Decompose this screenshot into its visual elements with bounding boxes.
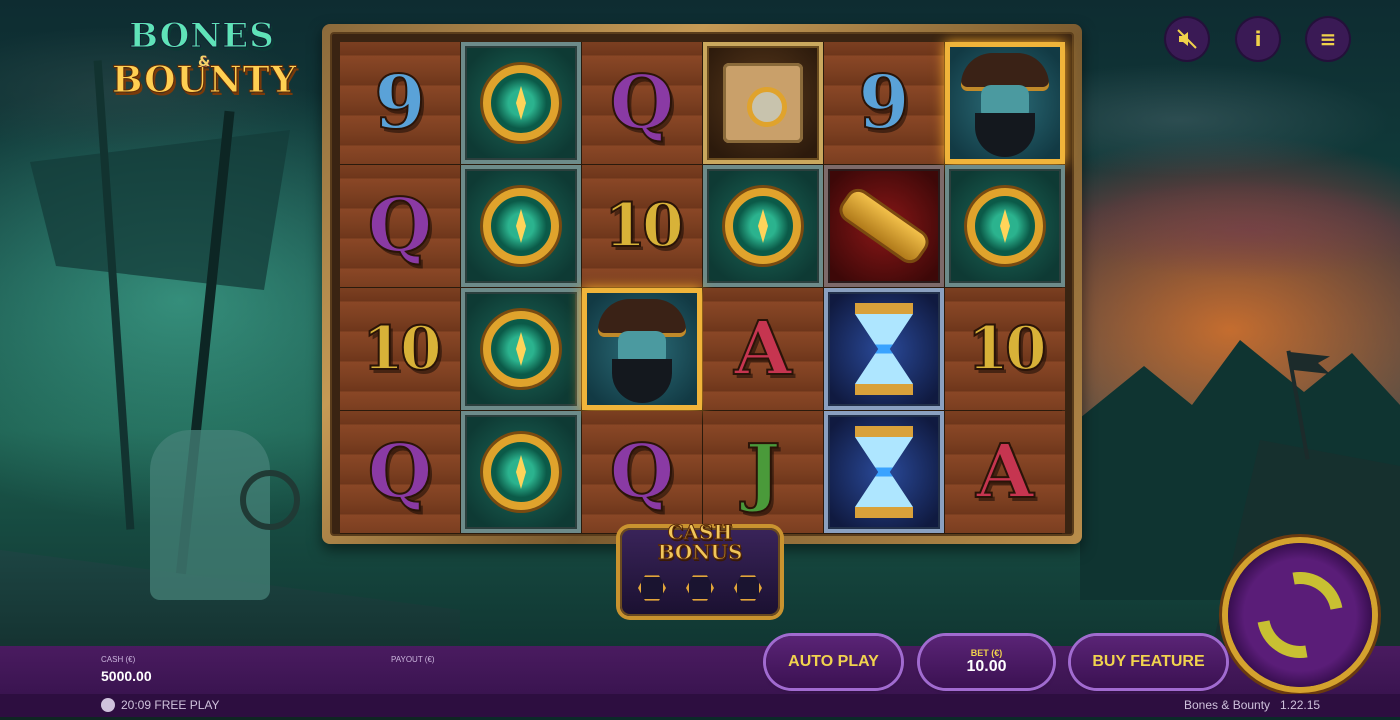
hex-slot-icon — [638, 575, 666, 601]
menu-button[interactable]: ≡ — [1307, 18, 1349, 60]
menu-icon: ≡ — [1319, 27, 1337, 51]
buy-feature-button[interactable]: BUY FEATURE — [1071, 636, 1226, 688]
reel-cell: 9 — [824, 42, 944, 164]
cash-bonus-line1: CASH — [667, 520, 733, 544]
reel-cell — [461, 165, 581, 287]
symbol-j: J — [744, 429, 781, 515]
logo-line1: BONES — [129, 16, 275, 56]
hex-slot-icon — [734, 575, 762, 601]
info-icon: i — [1254, 27, 1262, 51]
bet-selector[interactable]: BET (€) 10.00 — [920, 636, 1053, 688]
ship-wheel — [240, 470, 300, 530]
bet-value: 10.00 — [966, 658, 1007, 675]
treasure-map-icon — [723, 63, 803, 143]
reel-cell — [824, 411, 944, 533]
reel-grid: 9 Q 9 Q 10 10 A 10 Q Q J A — [340, 42, 1065, 534]
symbol-q: Q — [609, 60, 675, 146]
symbol-a: A — [975, 429, 1034, 515]
game-logo: BONES & BOUNTY — [112, 16, 297, 108]
reel-cell: Q — [582, 411, 702, 533]
reel-cell: 10 — [945, 288, 1065, 410]
reel-cell: Q — [340, 165, 460, 287]
symbol-9: 9 — [857, 60, 910, 146]
bonus-hex-slots — [638, 574, 762, 602]
reel-cell — [824, 165, 944, 287]
symbol-a: A — [733, 306, 792, 392]
reel-cell — [582, 288, 702, 410]
reel-cell: A — [703, 288, 823, 410]
symbol-10: 10 — [603, 191, 684, 261]
reel-cell: A — [945, 411, 1065, 533]
buy-feature-label: BUY FEATURE — [1092, 653, 1205, 670]
pirate-captain-icon — [594, 293, 690, 405]
reel-cell — [824, 288, 944, 410]
payout-label: PAYOUT (€) — [391, 655, 435, 664]
pirate-beard — [975, 113, 1035, 157]
symbol-10: 10 — [966, 314, 1047, 384]
sound-toggle-button[interactable] — [1166, 18, 1208, 60]
symbol-10: 10 — [361, 314, 442, 384]
game-rules-icon[interactable] — [101, 698, 115, 712]
hex-slot-icon — [686, 575, 714, 601]
reel-cell: Q — [340, 411, 460, 533]
reel-cell — [461, 42, 581, 164]
reel-cell: Q — [582, 42, 702, 164]
cash-bonus-line2: BONUS — [657, 540, 743, 564]
bet-label: BET (€) — [970, 648, 1003, 658]
info-bar: 20:09 FREE PLAY Bones & Bounty 1.22.15 — [0, 694, 1400, 717]
compass-icon — [483, 65, 559, 141]
compass-icon — [725, 188, 801, 264]
symbol-9: 9 — [373, 60, 426, 146]
auto-play-button[interactable]: AUTO PLAY — [766, 636, 901, 688]
pirate-captain-icon — [957, 47, 1053, 159]
reel-cell — [703, 42, 823, 164]
game-version: Bones & Bounty 1.22.15 — [1184, 698, 1321, 712]
hourglass-icon — [855, 426, 913, 518]
spyglass-icon — [838, 187, 930, 265]
reel-cell: J — [703, 411, 823, 533]
reel-cell: 9 — [340, 42, 460, 164]
spin-button[interactable] — [1228, 543, 1372, 687]
compass-icon — [483, 311, 559, 387]
reel-cell: 10 — [582, 165, 702, 287]
muted-speaker-icon — [1177, 29, 1197, 49]
pirate-beard — [612, 359, 672, 403]
hourglass-icon — [855, 303, 913, 395]
cash-label: CASH (€) — [101, 655, 136, 664]
cash-bonus-title: CASH BONUS — [620, 520, 780, 564]
symbol-q: Q — [367, 183, 433, 269]
compass-icon — [967, 188, 1043, 264]
spin-arrows-icon — [1240, 555, 1360, 675]
reel-cell — [945, 42, 1065, 164]
symbol-q: Q — [609, 429, 675, 515]
symbol-q: Q — [367, 429, 433, 515]
cash-bonus-meter: CASH BONUS — [620, 522, 780, 616]
reel-cell — [945, 165, 1065, 287]
cash-value: 5000.00 — [101, 668, 152, 684]
reel-cell — [461, 288, 581, 410]
compass-icon — [483, 188, 559, 264]
reel-cell — [703, 165, 823, 287]
reel-cell: 10 — [340, 288, 460, 410]
auto-play-label: AUTO PLAY — [788, 653, 879, 670]
logo-ampersand: & — [198, 54, 211, 70]
info-button[interactable]: i — [1237, 18, 1279, 60]
compass-icon — [483, 434, 559, 510]
time-and-mode: 20:09 FREE PLAY — [121, 698, 220, 712]
reel-cell — [461, 411, 581, 533]
